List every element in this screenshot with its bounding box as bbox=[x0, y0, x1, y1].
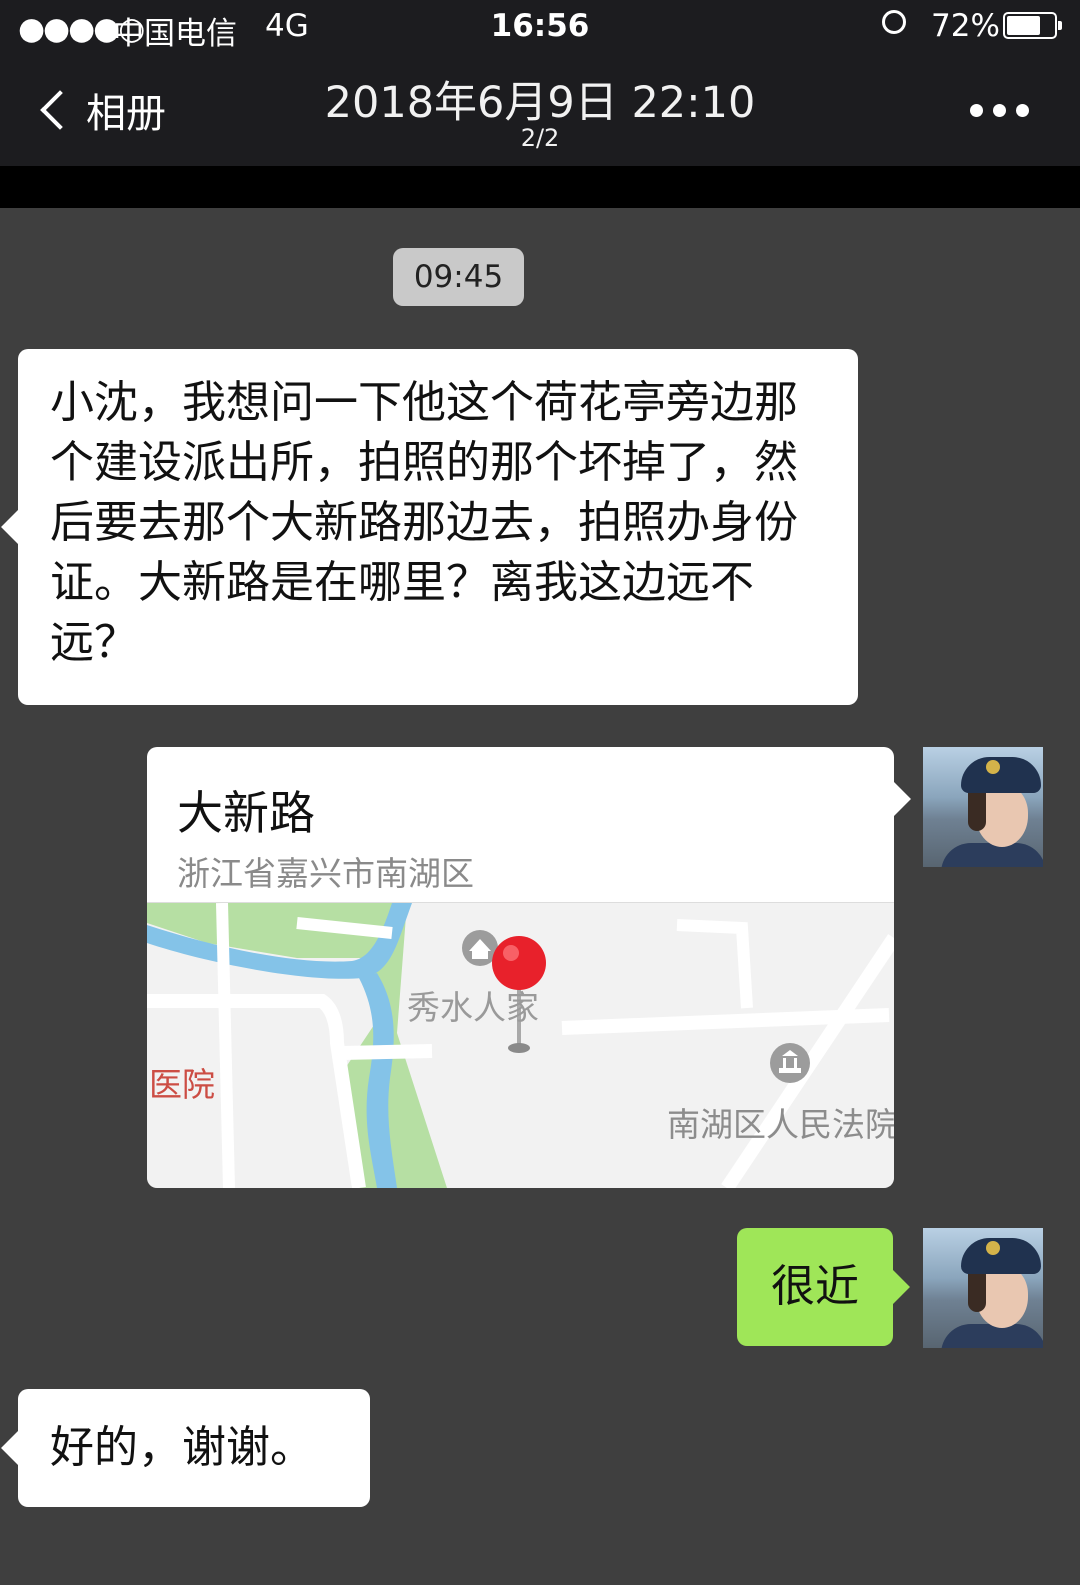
received-message-bubble[interactable]: 好的，谢谢。 bbox=[18, 1389, 370, 1507]
battery-percent: 72% bbox=[931, 8, 1000, 44]
status-time: 16:56 bbox=[490, 8, 590, 44]
message-text: 好的，谢谢。 bbox=[50, 1422, 314, 1473]
battery-icon bbox=[1003, 12, 1062, 39]
map-label-court: 南湖区人民法院 bbox=[667, 1105, 894, 1144]
message-text: 小沈，我想问一下他这个荷花亭旁边那个建设派出所，拍照的那个坏掉了，然后要去那个大… bbox=[50, 377, 798, 668]
court-poi-icon bbox=[770, 1043, 810, 1083]
chat-timestamp: 09:45 bbox=[393, 248, 524, 306]
map-preview[interactable]: 秀水人家 医院 南湖区人民法院 bbox=[147, 902, 894, 1188]
sent-message-bubble[interactable]: 很近 bbox=[737, 1228, 893, 1346]
received-message-bubble[interactable]: 小沈，我想问一下他这个荷花亭旁边那个建设派出所，拍照的那个坏掉了，然后要去那个大… bbox=[18, 349, 858, 705]
pin-shadow bbox=[508, 1043, 530, 1053]
user-avatar[interactable] bbox=[923, 747, 1043, 867]
message-text: 很近 bbox=[771, 1261, 859, 1312]
divider-band bbox=[0, 166, 1080, 208]
location-title: 大新路 bbox=[177, 786, 315, 840]
user-avatar[interactable] bbox=[923, 1228, 1043, 1348]
page-counter: 2/2 bbox=[520, 124, 560, 152]
status-bar: ●●●●○ 中国电信 4G 16:56 72% bbox=[0, 0, 1080, 54]
road-bridge bbox=[341, 1044, 433, 1060]
road-north bbox=[676, 919, 753, 1009]
nav-bar: 相册 2018年6月9日 22:10 2/2 bbox=[0, 60, 1080, 166]
map-label-residence: 秀水人家 bbox=[407, 988, 539, 1027]
location-address: 浙江省嘉兴市南湖区 bbox=[177, 854, 474, 893]
battery-nub bbox=[1058, 21, 1062, 30]
page-title: 2018年6月9日 22:10 bbox=[324, 78, 756, 128]
battery-fill bbox=[1007, 16, 1040, 35]
top-bar: ●●●●○ 中国电信 4G 16:56 72% 相册 2018年6月9日 22:… bbox=[0, 0, 1080, 166]
road-diagonal bbox=[721, 934, 894, 1188]
road-vertical bbox=[216, 903, 235, 1188]
more-options-icon[interactable] bbox=[970, 104, 1029, 117]
rotation-lock-icon bbox=[882, 10, 906, 34]
map-label-hospital: 医院 bbox=[149, 1065, 215, 1104]
location-card[interactable]: 大新路 浙江省嘉兴市南湖区 秀水人家 医院 南湖区人民法院 bbox=[147, 747, 894, 1188]
